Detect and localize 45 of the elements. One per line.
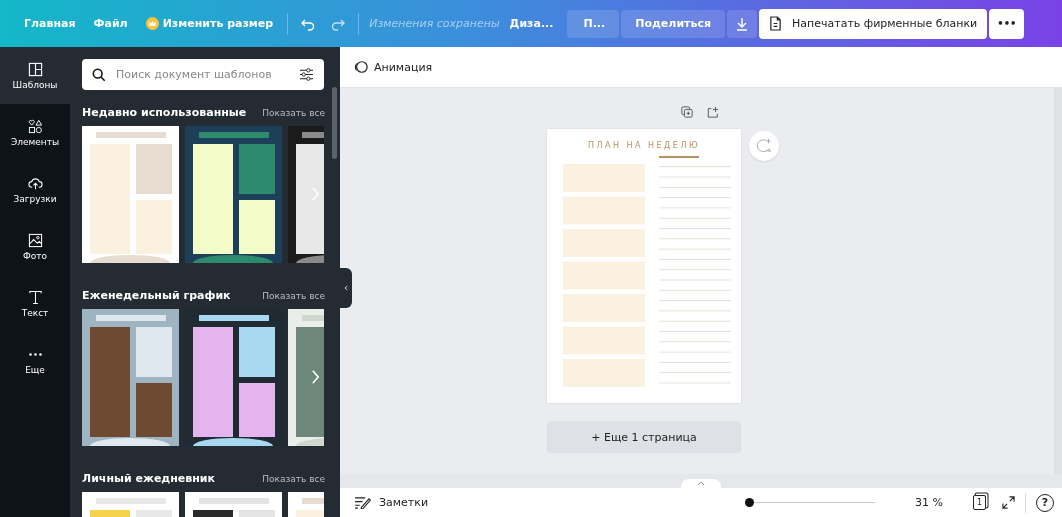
- print-button[interactable]: Напечатать фирменные бланки: [759, 8, 988, 39]
- more-button[interactable]: •••: [989, 8, 1025, 39]
- text-icon: [27, 289, 43, 305]
- sidebar-item[interactable]: Загрузки: [0, 161, 70, 218]
- sidebar-item[interactable]: Текст: [0, 275, 70, 332]
- shapes-icon: [27, 118, 43, 134]
- sidebar-item[interactable]: Еще: [0, 332, 70, 389]
- duplicate-page-icon[interactable]: [681, 106, 693, 118]
- download-icon: [735, 16, 749, 31]
- section-title: Еженедельный график: [82, 289, 231, 302]
- zoom-reading: 31 %: [915, 496, 943, 509]
- image-icon: [27, 232, 43, 248]
- caret-up-icon: [697, 481, 705, 486]
- save-status: Изменения сохранены: [369, 17, 500, 30]
- fullscreen-icon[interactable]: [1002, 496, 1015, 509]
- download-button[interactable]: [727, 9, 757, 38]
- notes-icon: [354, 496, 371, 509]
- collapse-handle[interactable]: [340, 268, 352, 308]
- show-all-link[interactable]: Показать все: [262, 473, 325, 484]
- page-title: ПЛАН НА НЕДЕЛЮ: [587, 141, 701, 150]
- sidebar-item[interactable]: Шаблоны: [0, 47, 70, 104]
- design-name[interactable]: Диза...: [509, 17, 554, 30]
- layout-icon: [27, 61, 43, 77]
- show-all-link[interactable]: Показать все: [262, 107, 325, 118]
- animation-icon: [354, 60, 368, 74]
- crown-icon: [145, 17, 159, 30]
- add-page-icon[interactable]: [707, 106, 719, 118]
- search-icon: [92, 67, 106, 82]
- section-title: Личный ежедневник: [82, 472, 216, 485]
- chevron-left-icon: [344, 285, 348, 291]
- section-title: Недавно использованные: [82, 106, 247, 119]
- page-count-button[interactable]: 1: [973, 495, 986, 510]
- cloud-upload-icon: [27, 175, 43, 191]
- scrollbar[interactable]: [1054, 88, 1062, 474]
- show-all-link[interactable]: Показать все: [262, 290, 325, 301]
- more-icon: [28, 352, 42, 356]
- notes-button[interactable]: Заметки: [354, 496, 429, 509]
- document-icon: [769, 16, 782, 31]
- animation-button[interactable]: Анимация: [354, 60, 433, 74]
- sidebar-item[interactable]: Элементы: [0, 104, 70, 161]
- comment-add-icon: [755, 137, 773, 155]
- add-page-button[interactable]: + Еще 1 страница: [547, 421, 741, 453]
- sidebar-item[interactable]: Фото: [0, 218, 70, 275]
- search-bar[interactable]: Поиск документ шаблонов: [82, 59, 324, 90]
- filter-icon[interactable]: [299, 68, 314, 81]
